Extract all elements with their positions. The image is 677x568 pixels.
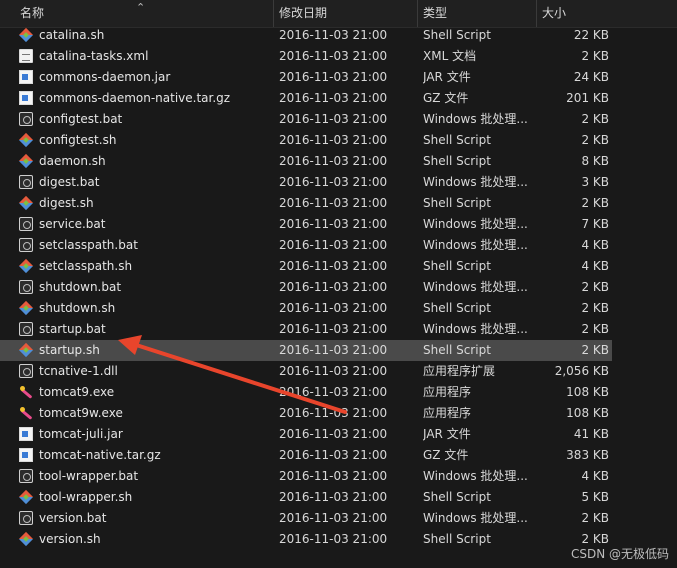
annotation-arrow-shaft (128, 341, 347, 414)
watermark-text: CSDN @无极低码 (570, 547, 669, 561)
annotation-arrow (118, 335, 347, 414)
annotation-arrow-head (118, 335, 142, 355)
